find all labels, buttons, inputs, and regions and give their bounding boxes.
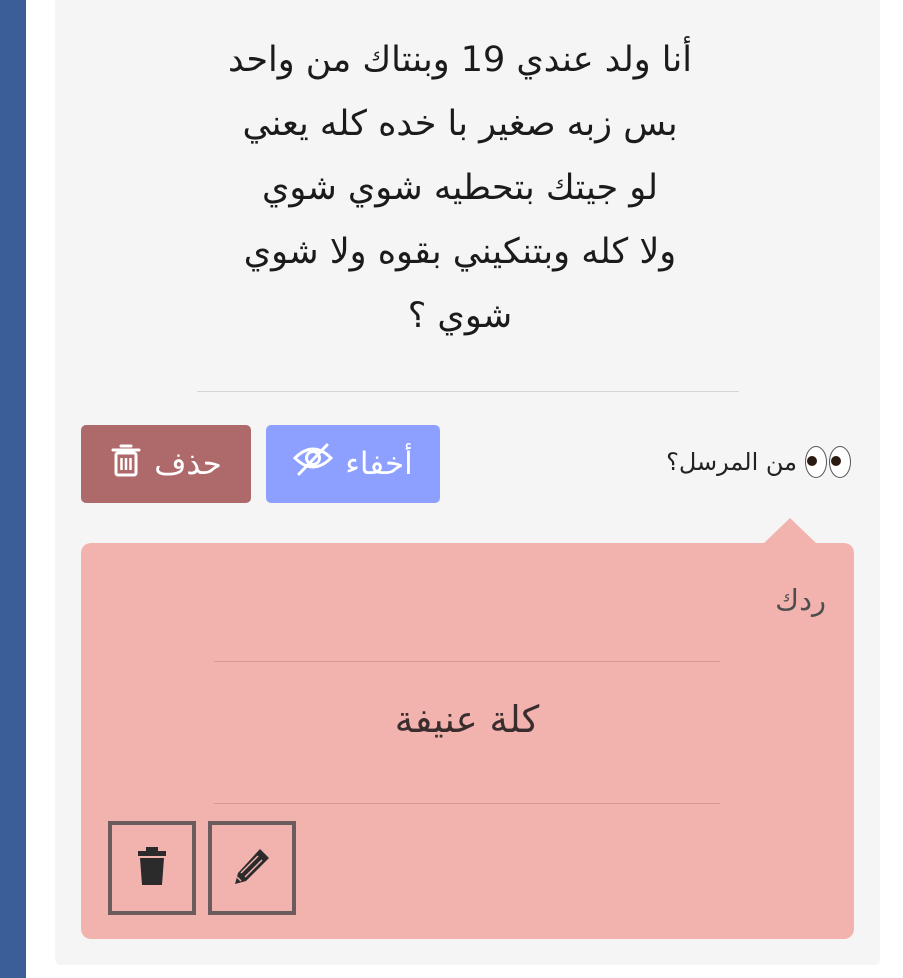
reply-edit-button[interactable] (208, 821, 296, 915)
reply-delete-button[interactable] (108, 821, 196, 915)
hide-button[interactable]: أخفاء (266, 425, 440, 503)
message-line: ولا كله وبتنكيني بقوه ولا شوي (243, 232, 677, 272)
reply-label: ردك (775, 583, 826, 617)
left-sidebar (0, 0, 26, 978)
reply-divider-bottom (214, 803, 720, 804)
trash-icon (137, 846, 167, 890)
message-line: لو جيتك بتحطيه شوي شوي (261, 168, 659, 208)
eye-slash-icon (293, 443, 334, 485)
message-divider (197, 391, 739, 392)
message-line: بس زبه صغير با خده كله يعني (242, 104, 678, 144)
reply-box: ردك كلة عنيفة (81, 543, 854, 939)
message-text: أنا ولد عندي 19 وبنتاك من واحد بس زبه صغ… (180, 28, 740, 348)
pencil-icon (232, 846, 272, 890)
reply-pointer (763, 518, 817, 544)
eyes-icon (805, 446, 851, 478)
sender-label: من المرسل؟ (666, 448, 797, 476)
message-line: أنا ولد عندي 19 وبنتاك من واحد (228, 40, 692, 80)
delete-button[interactable]: حذف (81, 425, 251, 503)
hide-button-label: أخفاء (345, 446, 413, 482)
delete-button-label: حذف (154, 446, 222, 482)
trash-icon (110, 442, 142, 486)
reply-divider-top (214, 661, 720, 662)
reply-text: كلة عنيفة (394, 698, 540, 741)
sender-link[interactable]: من المرسل؟ (666, 446, 851, 478)
message-line: شوي ؟ (407, 296, 513, 336)
